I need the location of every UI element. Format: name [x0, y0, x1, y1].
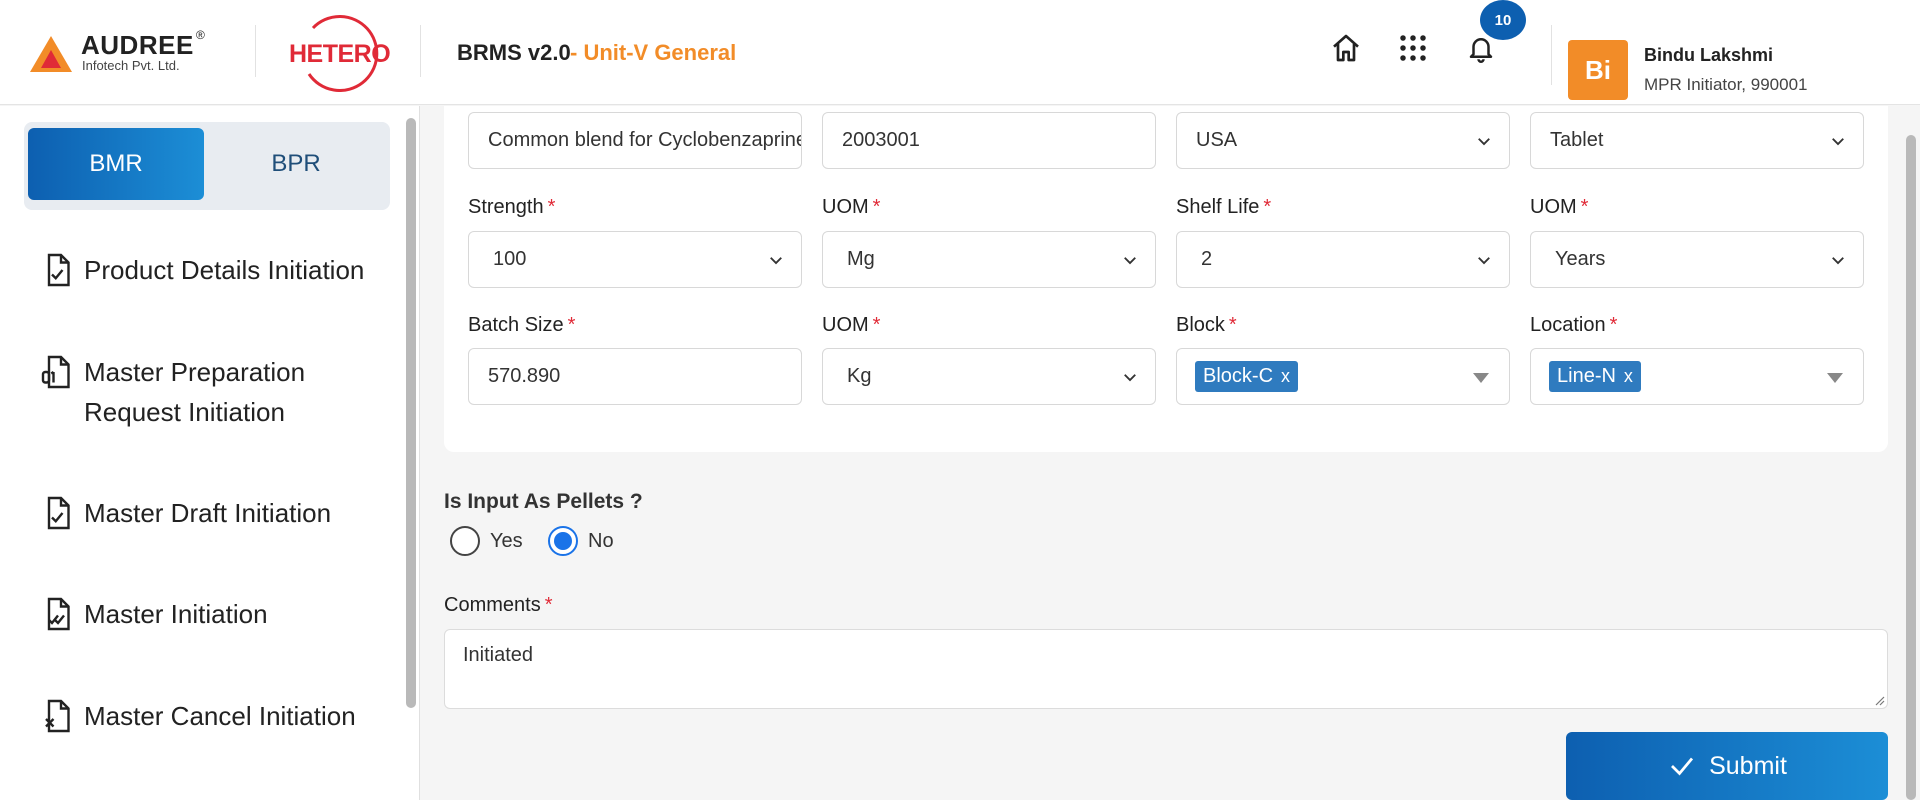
page-scrollbar[interactable]	[1906, 135, 1916, 800]
sidebar-item-label: Master Initiation	[84, 599, 268, 629]
document-check-icon	[47, 253, 70, 287]
pellets-question: Is Input As Pellets ?	[444, 490, 643, 513]
radio-circle-selected[interactable]	[548, 526, 578, 556]
notification-count-badge[interactable]: 10	[1480, 0, 1526, 40]
document-binary-icon	[41, 355, 70, 389]
chevron-down-icon	[770, 257, 782, 265]
chevron-down-icon	[1124, 257, 1136, 265]
location-multiselect[interactable]: Line-N x	[1530, 348, 1864, 405]
shelf-life-uom-select-value: Years	[1555, 248, 1606, 270]
batch-size-uom-label: UOM *	[822, 314, 881, 336]
chevron-down-icon	[1832, 138, 1844, 146]
product-details-card: Common blend for Cyclobenzaprine 2003001…	[444, 106, 1888, 452]
submit-button[interactable]: Submit	[1566, 732, 1888, 800]
batch-size-label: Batch Size *	[468, 314, 576, 336]
home-icon[interactable]	[1328, 30, 1364, 66]
chevron-down-icon	[1124, 374, 1136, 382]
shelf-life-select[interactable]: 2	[1176, 231, 1510, 288]
strength-select[interactable]: 100	[468, 231, 802, 288]
sidebar-item-master-draft-initiation[interactable]: Master Draft Initiation	[40, 493, 380, 533]
comments-textarea[interactable]: Initiated	[444, 629, 1888, 709]
resize-handle-icon[interactable]	[1873, 694, 1885, 706]
top-header: AUDREE ® Infotech Pvt. Ltd. HETERO BRMS …	[0, 0, 1920, 105]
header-divider	[420, 25, 421, 77]
document-double-check-icon	[47, 597, 70, 631]
pellets-no-radio[interactable]: No	[548, 526, 614, 556]
avatar[interactable]: Bi	[1568, 40, 1628, 100]
radio-circle[interactable]	[450, 526, 480, 556]
product-name-input[interactable]: Common blend for Cyclobenzaprine	[468, 112, 802, 169]
sidebar-item-label: Master Draft Initiation	[84, 498, 332, 528]
audree-logo-mark	[30, 36, 72, 72]
header-divider	[255, 25, 256, 77]
location-tag: Line-N x	[1549, 361, 1641, 392]
strength-uom-label: UOM *	[822, 196, 881, 218]
batch-size-input[interactable]: 570.890	[468, 348, 802, 405]
remove-tag-button[interactable]: x	[1624, 366, 1633, 387]
chevron-down-icon	[1478, 257, 1490, 265]
strength-uom-select-value: Mg	[847, 248, 875, 270]
block-multiselect[interactable]: Block-C x	[1176, 348, 1510, 405]
sidebar-item-product-details-initiation[interactable]: Product Details Initiation	[40, 250, 380, 290]
chevron-down-icon	[1832, 257, 1844, 265]
comments-text: Initiated	[463, 644, 534, 666]
remove-tag-button[interactable]: x	[1281, 366, 1290, 387]
sidebar-item-label: Master Cancel Initiation	[84, 701, 356, 731]
location-label: Location *	[1530, 314, 1618, 336]
pellets-yes-radio[interactable]: Yes	[450, 526, 523, 556]
hetero-logo: HETERO	[285, 12, 391, 92]
shelf-life-uom-label: UOM *	[1530, 196, 1589, 218]
check-icon	[1671, 757, 1694, 776]
strength-label: Strength *	[468, 196, 556, 218]
product-code-input[interactable]: 2003001	[822, 112, 1156, 169]
radio-label: Yes	[490, 529, 523, 552]
sidebar-item-label: Master Preparation Request Initiation	[84, 357, 306, 427]
radio-label: No	[588, 529, 614, 552]
block-label: Block *	[1176, 314, 1237, 336]
tab-bmr[interactable]: BMR	[28, 128, 204, 200]
audree-registered-mark: ®	[196, 28, 205, 42]
audree-logo: AUDREE ® Infotech Pvt. Ltd.	[30, 28, 210, 78]
shelf-life-uom-select[interactable]: Years	[1530, 231, 1864, 288]
app-unit-name: - Unit-V General	[570, 40, 737, 65]
strength-uom-select[interactable]: Mg	[822, 231, 1156, 288]
market-select-value: USA	[1196, 129, 1238, 151]
user-role: MPR Initiator, 990001	[1644, 75, 1808, 94]
comments-label: Comments *	[444, 594, 553, 616]
audree-logo-subtitle: Infotech Pvt. Ltd.	[82, 58, 180, 73]
submit-label: Submit	[1709, 751, 1787, 780]
dosage-form-select[interactable]: Tablet	[1530, 112, 1864, 169]
app-title: BRMS v2.0	[457, 40, 571, 65]
radio-dot	[554, 532, 572, 550]
sidebar: BMR BPR Product Details Initiation Maste…	[0, 106, 420, 800]
shelf-life-label: Shelf Life *	[1176, 196, 1272, 218]
apps-grid-icon[interactable]	[1395, 30, 1431, 66]
block-tag-label: Block-C	[1203, 365, 1274, 387]
sidebar-item-master-initiation[interactable]: Master Initiation	[40, 594, 380, 634]
document-check-icon	[47, 496, 70, 530]
batch-size-uom-select[interactable]: Kg	[822, 348, 1156, 405]
caret-down-icon	[1473, 373, 1489, 383]
block-tag: Block-C x	[1195, 361, 1299, 392]
user-profile[interactable]: Bi Bindu Lakshmi MPR Initiator, 990001	[1551, 25, 1807, 100]
strength-select-value: 100	[493, 248, 527, 270]
hetero-logo-text: HETERO	[289, 40, 391, 68]
location-tag-label: Line-N	[1557, 365, 1616, 387]
user-name: Bindu Lakshmi	[1644, 45, 1774, 65]
main-content: Common blend for Cyclobenzaprine 2003001…	[422, 106, 1920, 800]
chevron-down-icon	[1478, 138, 1490, 146]
document-cancel-icon	[45, 699, 70, 733]
sidebar-item-master-cancel-initiation[interactable]: Master Cancel Initiation	[40, 696, 380, 736]
shelf-life-select-value: 2	[1201, 248, 1213, 270]
dosage-form-select-value: Tablet	[1550, 129, 1604, 151]
caret-down-icon	[1827, 373, 1843, 383]
tab-bpr[interactable]: BPR	[208, 128, 384, 200]
market-select[interactable]: USA	[1176, 112, 1510, 169]
sidebar-scrollbar[interactable]	[406, 118, 416, 708]
audree-logo-name: AUDREE	[81, 30, 194, 60]
sidebar-item-master-preparation-request-initiation[interactable]: Master Preparation Request Initiation	[40, 352, 380, 432]
batch-size-uom-select-value: Kg	[847, 365, 872, 387]
record-type-toggle: BMR BPR	[24, 122, 390, 210]
sidebar-item-label: Product Details Initiation	[84, 255, 365, 285]
